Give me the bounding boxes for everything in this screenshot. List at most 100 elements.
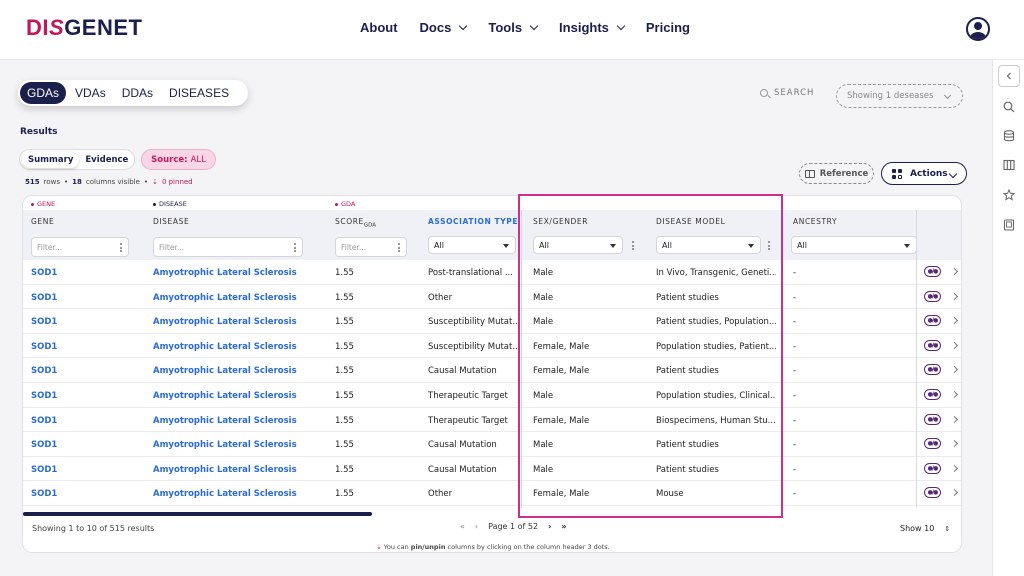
col-ancestry-header[interactable]: ANCESTRY: [793, 217, 837, 226]
horizontal-scrollbar[interactable]: [23, 512, 372, 516]
disease-model-select[interactable]: All: [656, 236, 761, 254]
prev-page-icon[interactable]: ‹: [475, 522, 478, 531]
gene-link[interactable]: SOD1: [31, 391, 57, 401]
sex-gender-cell: Female, Male: [533, 415, 590, 426]
tab-diseases[interactable]: DISEASES: [162, 83, 236, 103]
gene-link[interactable]: SOD1: [31, 268, 57, 278]
evidence-toggle-icon[interactable]: ●∕●: [924, 487, 941, 499]
evidence-toggle-icon[interactable]: ●∕●: [924, 462, 941, 474]
user-circle-icon[interactable]: [966, 17, 990, 41]
table-row[interactable]: SOD1 Amyotrophic Lateral Sclerosis 1.55 …: [23, 383, 961, 408]
search-icon[interactable]: [999, 97, 1019, 117]
evidence-toggle-icon[interactable]: ●∕●: [924, 315, 941, 327]
actions-button[interactable]: Actions: [881, 162, 967, 185]
chevron-right-icon[interactable]: [950, 489, 959, 497]
star-icon[interactable]: [999, 185, 1019, 205]
book-icon[interactable]: [999, 215, 1019, 235]
first-page-icon[interactable]: «: [460, 522, 465, 531]
column-menu-icon[interactable]: [632, 241, 634, 250]
table-row[interactable]: SOD1 Amyotrophic Lateral Sclerosis 1.55 …: [23, 408, 961, 433]
table-row[interactable]: SOD1 Amyotrophic Lateral Sclerosis 1.55 …: [23, 481, 961, 506]
disease-link[interactable]: Amyotrophic Lateral Sclerosis: [153, 489, 297, 499]
disease-link[interactable]: Amyotrophic Lateral Sclerosis: [153, 268, 297, 278]
chevron-left-icon[interactable]: [998, 65, 1020, 87]
disease-link[interactable]: Amyotrophic Lateral Sclerosis: [153, 342, 297, 352]
disease-link[interactable]: Amyotrophic Lateral Sclerosis: [153, 416, 297, 426]
tab-ddas[interactable]: DDAs: [115, 83, 160, 103]
gene-link[interactable]: SOD1: [31, 317, 57, 327]
tab-gdas[interactable]: GDAs: [20, 82, 67, 104]
evidence-toggle-icon[interactable]: ●∕●: [924, 266, 941, 277]
chevron-right-icon[interactable]: [950, 366, 959, 374]
chevron-right-icon[interactable]: [950, 341, 959, 349]
gene-link[interactable]: SOD1: [31, 416, 57, 426]
view-evidence-option[interactable]: Evidence: [79, 152, 134, 168]
table-row[interactable]: SOD1 Amyotrophic Lateral Sclerosis 1.55 …: [23, 285, 961, 310]
tab-vdas[interactable]: VDAs: [68, 83, 113, 103]
column-menu-icon[interactable]: [398, 243, 400, 252]
ancestry-select[interactable]: All: [791, 236, 917, 254]
chevron-right-icon[interactable]: [950, 390, 959, 399]
col-score-header[interactable]: SCOREGDA: [335, 217, 376, 229]
reference-button[interactable]: Reference: [799, 163, 874, 184]
gene-link[interactable]: SOD1: [31, 342, 57, 352]
column-menu-icon[interactable]: [120, 243, 122, 252]
gene-link[interactable]: SOD1: [31, 293, 57, 303]
column-menu-icon[interactable]: [768, 241, 770, 250]
column-menu-icon[interactable]: [294, 243, 296, 252]
nav-docs[interactable]: Docs: [420, 20, 468, 35]
gene-link[interactable]: SOD1: [31, 366, 57, 376]
disease-link[interactable]: Amyotrophic Lateral Sclerosis: [153, 317, 297, 327]
table-row[interactable]: SOD1 Amyotrophic Lateral Sclerosis 1.55 …: [23, 260, 961, 285]
disease-link[interactable]: Amyotrophic Lateral Sclerosis: [153, 293, 297, 303]
next-page-icon[interactable]: ›: [548, 522, 551, 531]
showing-diseases-dropdown[interactable]: Showing 1 deseases: [836, 84, 963, 108]
page-size-select[interactable]: Show 10 ⇕: [900, 524, 950, 533]
columns-icon[interactable]: [999, 155, 1019, 175]
chevron-right-icon[interactable]: [950, 267, 959, 276]
nav-about[interactable]: About: [360, 20, 398, 35]
disease-link[interactable]: Amyotrophic Lateral Sclerosis: [153, 465, 297, 475]
disease-link[interactable]: Amyotrophic Lateral Sclerosis: [153, 391, 297, 401]
chevron-right-icon[interactable]: [950, 440, 959, 448]
source-filter[interactable]: Source: ALL: [141, 149, 216, 170]
col-association-type-header[interactable]: ASSOCIATION TYPE: [428, 217, 518, 226]
database-icon[interactable]: [999, 126, 1019, 146]
disease-link[interactable]: Amyotrophic Lateral Sclerosis: [153, 440, 297, 450]
table-row[interactable]: SOD1 Amyotrophic Lateral Sclerosis 1.55 …: [23, 432, 961, 457]
nav-pricing[interactable]: Pricing: [646, 20, 690, 35]
col-disease-header[interactable]: DISEASE: [153, 217, 189, 226]
table-row[interactable]: SOD1 Amyotrophic Lateral Sclerosis 1.55 …: [23, 334, 961, 359]
sex-gender-select[interactable]: All: [533, 236, 623, 254]
evidence-toggle-icon[interactable]: ●∕●: [924, 438, 941, 450]
gene-link[interactable]: SOD1: [31, 440, 57, 450]
association-type-select[interactable]: All: [428, 236, 516, 254]
gene-link[interactable]: SOD1: [31, 489, 57, 499]
evidence-toggle-icon[interactable]: ●∕●: [924, 339, 941, 351]
disgenet-logo[interactable]: DISGENET: [26, 15, 142, 41]
evidence-toggle-icon[interactable]: ●∕●: [924, 388, 941, 400]
nav-tools[interactable]: Tools: [488, 20, 539, 35]
chevron-right-icon[interactable]: [950, 415, 959, 423]
evidence-toggle-icon[interactable]: ●∕●: [924, 364, 941, 376]
chevron-right-icon[interactable]: [950, 317, 959, 325]
col-sex-gender-header[interactable]: SEX/GENDER: [533, 217, 588, 226]
evidence-toggle-icon[interactable]: ●∕●: [924, 413, 941, 425]
disease-filter-input[interactable]: Filter...: [153, 237, 303, 257]
chevron-right-icon[interactable]: [950, 464, 959, 472]
evidence-toggle-icon[interactable]: ●∕●: [924, 290, 941, 302]
search-button[interactable]: SEARCH: [760, 88, 814, 98]
col-gene-header[interactable]: GENE: [31, 217, 54, 226]
score-filter-input[interactable]: Filter...: [335, 237, 407, 257]
view-summary-option[interactable]: Summary: [22, 151, 80, 168]
gene-link[interactable]: SOD1: [31, 465, 57, 475]
gene-filter-input[interactable]: Filter...: [31, 237, 129, 257]
table-row[interactable]: SOD1 Amyotrophic Lateral Sclerosis 1.55 …: [23, 457, 961, 482]
nav-insights[interactable]: Insights: [559, 20, 626, 35]
chevron-right-icon[interactable]: [950, 292, 959, 300]
table-row[interactable]: SOD1 Amyotrophic Lateral Sclerosis 1.55 …: [23, 358, 961, 383]
last-page-icon[interactable]: »: [561, 522, 566, 531]
disease-link[interactable]: Amyotrophic Lateral Sclerosis: [153, 366, 297, 376]
col-disease-model-header[interactable]: DISEASE MODEL: [656, 217, 725, 226]
table-row[interactable]: SOD1 Amyotrophic Lateral Sclerosis 1.55 …: [23, 309, 961, 334]
